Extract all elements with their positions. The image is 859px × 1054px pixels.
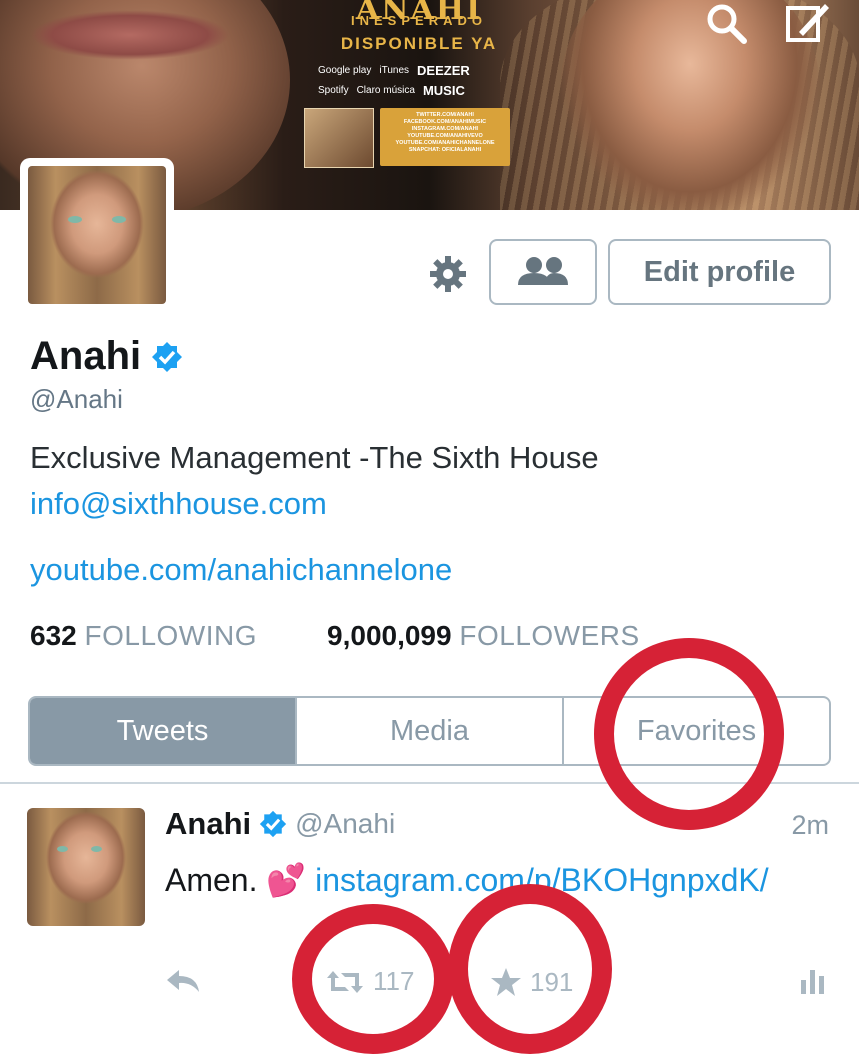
followers-label: FOLLOWERS (459, 620, 640, 651)
social-link: FACEBOOK.COM/ANAHIMUSIC (403, 119, 487, 125)
avatar-eye (112, 216, 126, 223)
banner-lips (30, 10, 230, 60)
reply-button[interactable] (165, 966, 201, 996)
edit-profile-button[interactable]: Edit profile (608, 239, 831, 305)
search-button[interactable] (700, 0, 752, 46)
following-stat[interactable]: 632 FOLLOWING (30, 620, 257, 652)
retweet-count: 117 (373, 966, 415, 996)
analytics-icon (801, 970, 824, 994)
profile-bio: Exclusive Management -The Sixth House (30, 440, 599, 475)
social-link: TWITTER.COM/ANAHI (416, 112, 474, 118)
tweet-avatar[interactable] (27, 808, 145, 926)
profile-avatar[interactable] (20, 158, 174, 312)
apple-music-logo: MUSIC (422, 82, 465, 98)
favorite-button[interactable]: 191 (490, 966, 573, 998)
avatar-image (27, 808, 145, 926)
social-link: YOUTUBE.COM/ANAHICHANNELONE (395, 140, 495, 146)
tweet-link[interactable]: instagram.com/p/BKOHgnpxdK/ (315, 862, 769, 898)
avatar-eye (57, 846, 68, 852)
spotify-logo: Spotify (318, 84, 349, 96)
verified-badge-icon (260, 810, 287, 838)
avatar-eye (91, 846, 102, 852)
favorite-count: 191 (530, 966, 574, 997)
tweet-author-name[interactable]: Anahi (165, 806, 251, 842)
tweet-actions: 117 191 (165, 966, 835, 1006)
album-cover-thumbnail (304, 108, 374, 168)
retweet-button[interactable]: 117 (325, 966, 414, 997)
itunes-logo: iTunes (379, 64, 410, 76)
profile-name-row: Anahi (30, 334, 183, 379)
social-link: INSTAGRAM.COM/ANAHI (411, 126, 479, 132)
lists-button[interactable] (489, 239, 597, 305)
verified-badge-icon (152, 341, 183, 372)
profile-stats: 632 FOLLOWING 9,000,099 FOLLOWERS (30, 620, 640, 652)
following-label: FOLLOWING (84, 620, 258, 651)
profile-tabs: Tweets Media Favorites (28, 696, 831, 766)
claro-musica-logo: Claro música (356, 84, 415, 96)
following-count: 632 (30, 620, 77, 651)
compose-tweet-button[interactable] (782, 0, 834, 46)
social-links-box: TWITTER.COM/ANAHI FACEBOOK.COM/ANAHIMUSI… (380, 108, 510, 166)
retweet-icon (327, 970, 363, 993)
settings-button[interactable] (426, 252, 470, 296)
tweet-timestamp: 2m (791, 810, 829, 840)
section-divider (0, 782, 859, 784)
two-hearts-emoji: 💕 (266, 862, 307, 898)
promo-subtitle: INESPERADO (351, 13, 487, 28)
compose-icon (786, 4, 829, 42)
profile-email-link[interactable]: info@sixthhouse.com (30, 486, 327, 522)
tab-tweets[interactable]: Tweets (30, 698, 295, 764)
analytics-button[interactable] (798, 966, 828, 996)
store-logos: Google play iTunes DEEZER Spotify Claro … (318, 60, 518, 100)
deezer-logo: DEEZER (417, 62, 470, 78)
profile-website-link[interactable]: youtube.com/anahichannelone (30, 552, 452, 588)
promo-available: DISPONIBLE YA (340, 34, 498, 53)
social-link: YOUTUBE.COM/ANAHIVEVO (407, 133, 483, 139)
tweet-text-prefix: Amen. (165, 862, 267, 898)
gear-icon (430, 256, 466, 292)
tweet-text: Amen. 💕 instagram.com/p/BKOHgnpxdK/ (165, 858, 825, 902)
profile-name: Anahi (30, 334, 142, 378)
followers-count: 9,000,099 (327, 620, 452, 651)
people-icon (518, 257, 568, 285)
tweet-author-handle: @Anahi (295, 808, 396, 839)
search-icon (707, 4, 747, 44)
reply-icon (167, 970, 199, 992)
star-icon (491, 968, 521, 996)
avatar-image (28, 166, 166, 304)
tab-favorites[interactable]: Favorites (562, 698, 829, 764)
avatar-eye (68, 216, 82, 223)
social-link: SNAPCHAT: OFICIALANAHI (408, 147, 482, 153)
followers-stat[interactable]: 9,000,099 FOLLOWERS (327, 620, 640, 652)
google-play-logo: Google play (318, 64, 372, 76)
tweet-author-row: Anahi @Anahi (165, 806, 395, 842)
banner-face-right (560, 0, 820, 210)
profile-handle: @Anahi (30, 384, 123, 414)
tab-media[interactable]: Media (295, 698, 562, 764)
